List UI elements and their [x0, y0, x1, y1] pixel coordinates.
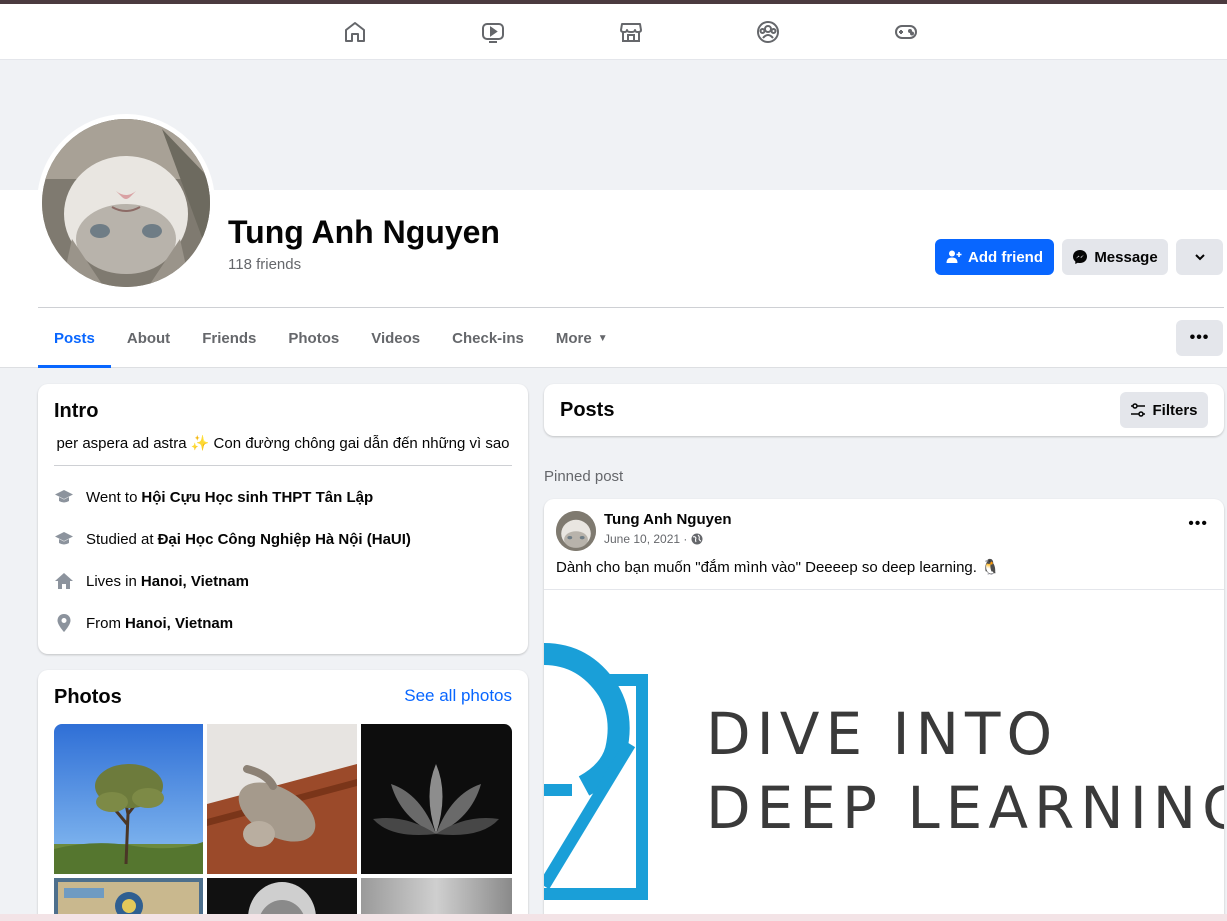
filters-label: Filters: [1152, 401, 1198, 419]
profile-tabs: Posts About Friends Photos Videos Check-…: [38, 308, 624, 368]
intro-prefix: Studied at: [86, 530, 154, 548]
tab-label: About: [126, 329, 171, 347]
tab-label: Videos: [371, 329, 421, 347]
intro-prefix: Lives in: [86, 572, 137, 590]
profile-name: Tung Anh Nguyen: [228, 214, 500, 250]
photos-title: Photos: [54, 686, 122, 708]
intro-prefix: From: [86, 614, 121, 632]
image-text-line: DIVE INTO: [706, 700, 1059, 768]
profile-options-button[interactable]: [1176, 239, 1223, 275]
post-meta: June 10, 2021 ·: [604, 532, 703, 546]
post-options-button[interactable]: •••: [1188, 515, 1208, 533]
post-author-avatar[interactable]: [556, 511, 596, 551]
intro-prefix: Went to: [86, 488, 138, 506]
add-friend-label: Add friend: [968, 248, 1043, 266]
messenger-icon: [1073, 250, 1088, 264]
tab-posts[interactable]: Posts: [38, 308, 111, 368]
tab-about[interactable]: About: [111, 308, 186, 368]
add-friend-button[interactable]: Add friend: [935, 239, 1054, 275]
intro-divider: [54, 465, 512, 466]
globe-icon: [691, 533, 703, 545]
intro-bio: per aspera ad astra ✨ Con đường chông ga…: [56, 435, 510, 452]
post-author-name[interactable]: Tung Anh Nguyen: [604, 511, 731, 528]
tab-videos[interactable]: Videos: [355, 308, 436, 368]
image-text-line: DEEP LEARNING: [706, 774, 1224, 842]
intro-value-link[interactable]: Hanoi, Vietnam: [141, 573, 249, 590]
photos-card: Photos See all photos: [38, 670, 528, 921]
filters-button[interactable]: Filters: [1120, 392, 1208, 428]
gaming-icon[interactable]: [892, 18, 920, 46]
marketplace-icon[interactable]: [617, 18, 645, 46]
sliders-icon: [1131, 403, 1146, 417]
more-options-button[interactable]: •••: [1176, 320, 1223, 356]
intro-title: Intro: [54, 400, 99, 422]
home-icon[interactable]: [341, 18, 369, 46]
graduation-cap-icon: [54, 529, 74, 549]
graduation-cap-icon: [54, 487, 74, 507]
see-all-photos-link[interactable]: See all photos: [404, 686, 512, 706]
post-date[interactable]: June 10, 2021 ·: [604, 532, 687, 546]
pinned-post-card: Tung Anh Nguyen June 10, 2021 · ••• Dành…: [544, 499, 1224, 921]
tab-label: Photos: [288, 329, 340, 347]
tab-more[interactable]: More ▼: [540, 308, 624, 368]
ellipsis-icon: •••: [1189, 329, 1210, 346]
tab-check-ins[interactable]: Check-ins: [436, 308, 540, 368]
tab-label: Friends: [202, 329, 257, 347]
groups-icon[interactable]: [754, 18, 782, 46]
post-image[interactable]: DIVE INTO DEEP LEARNING: [544, 589, 1224, 921]
friend-count[interactable]: 118 friends: [228, 256, 301, 273]
intro-value-link[interactable]: Hội Cựu Học sinh THPT Tân Lập: [141, 489, 373, 506]
posts-title: Posts: [560, 399, 615, 421]
intro-item-studied: Studied at Đại Học Công Nghiệp Hà Nội (H…: [54, 529, 411, 549]
tab-label: Posts: [54, 329, 95, 347]
tab-photos[interactable]: Photos: [272, 308, 355, 368]
house-icon: [54, 571, 74, 591]
post-text: Dành cho bạn muốn "đắm mình vào" Deeeep …: [556, 559, 1000, 576]
tab-friends[interactable]: Friends: [186, 308, 272, 368]
posts-header-card: Posts Filters: [544, 384, 1224, 436]
intro-value-link[interactable]: Đại Học Công Nghiệp Hà Nội (HaUI): [158, 531, 411, 548]
intro-card: Intro per aspera ad astra ✨ Con đường ch…: [38, 384, 528, 654]
pinned-post-label: Pinned post: [544, 468, 624, 485]
photo-thumbnail[interactable]: [54, 724, 203, 874]
bottom-strip: [0, 914, 1227, 921]
message-button[interactable]: Message: [1062, 239, 1168, 275]
photo-thumbnail[interactable]: [207, 724, 357, 874]
profile-avatar[interactable]: [42, 119, 210, 287]
chevron-down-icon: [1194, 254, 1205, 261]
tab-label: More: [555, 329, 592, 347]
top-navigation: [0, 4, 1227, 60]
intro-item-from: From Hanoi, Vietnam: [54, 613, 233, 633]
intro-item-lives-in: Lives in Hanoi, Vietnam: [54, 571, 249, 591]
location-pin-icon: [54, 613, 74, 633]
intro-value-link[interactable]: Hanoi, Vietnam: [125, 615, 233, 632]
d2l-logo: [544, 643, 648, 900]
message-label: Message: [1094, 248, 1158, 266]
intro-item-education: Went to Hội Cựu Học sinh THPT Tân Lập: [54, 487, 373, 507]
add-person-icon: [946, 250, 962, 263]
video-icon[interactable]: [479, 18, 507, 46]
photo-thumbnail[interactable]: [361, 724, 512, 874]
ellipsis-icon: •••: [1188, 515, 1208, 532]
caret-down-icon: ▼: [597, 332, 608, 344]
tab-label: Check-ins: [452, 329, 524, 347]
